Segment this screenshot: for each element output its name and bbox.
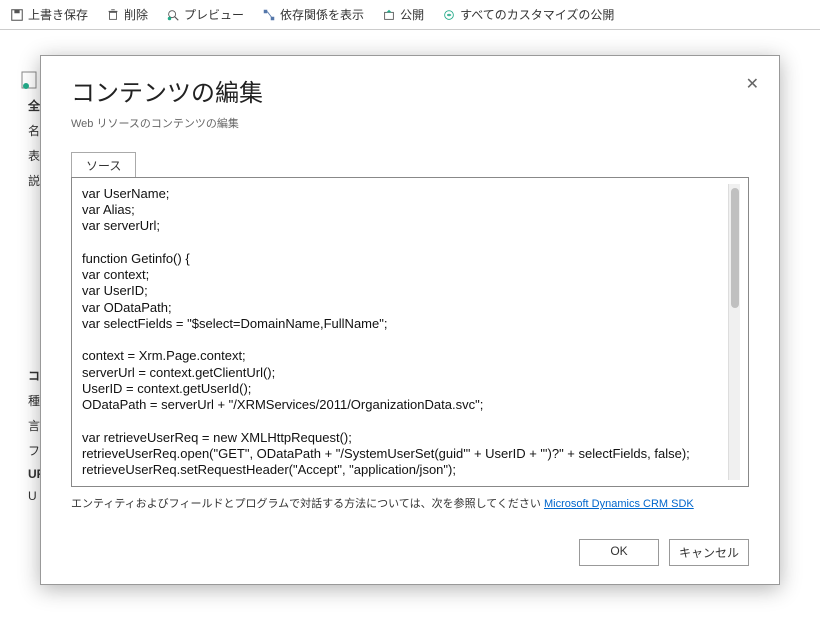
tab-source[interactable]: ソース xyxy=(71,152,136,178)
publish-all-icon xyxy=(442,8,456,22)
preview-button[interactable]: プレビュー xyxy=(166,6,244,23)
deps-label: 依存関係を表示 xyxy=(280,6,364,23)
publish-icon xyxy=(382,8,396,22)
dependency-icon xyxy=(262,8,276,22)
delete-label: 削除 xyxy=(124,6,148,23)
hint-text: エンティティおよびフィールドとプログラムで対話する方法については、次を参照してく… xyxy=(71,498,544,510)
delete-button[interactable]: 削除 xyxy=(106,6,148,23)
close-button[interactable]: ✕ xyxy=(746,74,759,94)
scrollbar-thumb[interactable] xyxy=(731,188,739,308)
tab-row: ソース xyxy=(71,151,749,177)
publish-all-button[interactable]: すべてのカスタマイズの公開 xyxy=(442,6,614,23)
sdk-hint: エンティティおよびフィールドとプログラムで対話する方法については、次を参照してく… xyxy=(71,495,749,511)
save-label: 上書き保存 xyxy=(28,6,88,23)
publish-all-label: すべてのカスタマイズの公開 xyxy=(460,6,614,23)
ok-button[interactable]: OK xyxy=(579,539,659,566)
trash-icon xyxy=(106,8,120,22)
save-icon xyxy=(10,8,24,22)
cancel-button[interactable]: キャンセル xyxy=(669,539,749,566)
dialog-buttons: OK キャンセル xyxy=(71,539,749,566)
code-editor[interactable] xyxy=(80,184,728,480)
editor-scrollbar[interactable] xyxy=(728,184,740,480)
preview-label: プレビュー xyxy=(184,6,244,23)
dialog-subtitle: Web リソースのコンテンツの編集 xyxy=(71,115,749,131)
sdk-link[interactable]: Microsoft Dynamics CRM SDK xyxy=(544,498,694,510)
deps-button[interactable]: 依存関係を表示 xyxy=(262,6,364,23)
edit-content-dialog: ✕ コンテンツの編集 Web リソースのコンテンツの編集 ソース エンティティお… xyxy=(40,55,780,585)
publish-label: 公開 xyxy=(400,6,424,23)
search-icon xyxy=(166,8,180,22)
save-button[interactable]: 上書き保存 xyxy=(10,6,88,23)
top-toolbar: 上書き保存 削除 プレビュー 依存関係を表示 公開 すべてのカスタマイズの公開 xyxy=(0,0,820,30)
dialog-title: コンテンツの編集 xyxy=(71,80,749,109)
code-editor-container xyxy=(71,177,749,487)
publish-button[interactable]: 公開 xyxy=(382,6,424,23)
